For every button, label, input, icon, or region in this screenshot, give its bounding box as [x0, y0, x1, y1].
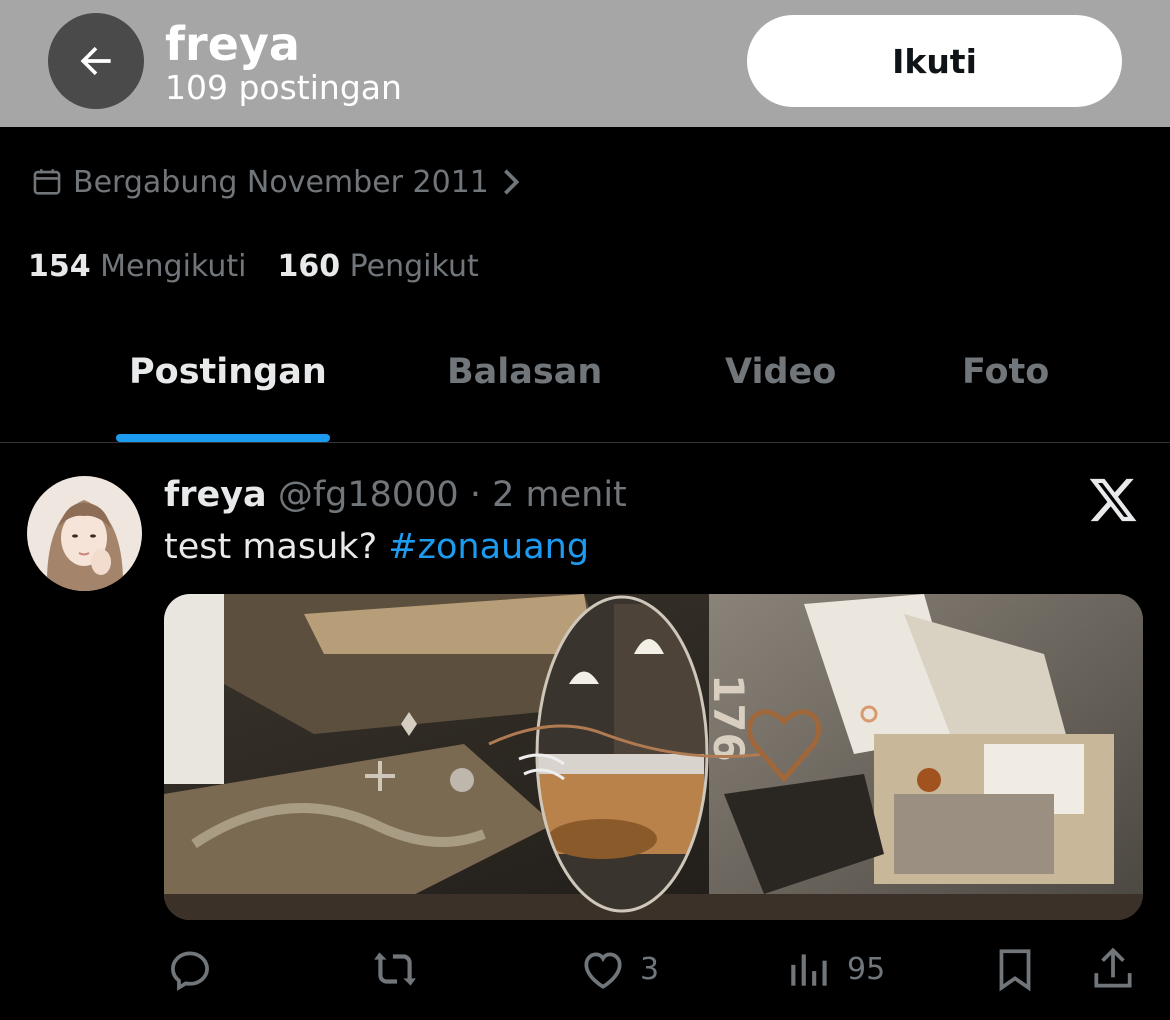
image-number-text: 176	[704, 674, 753, 762]
views-icon	[791, 954, 827, 986]
joined-text: Bergabung November 2011	[73, 164, 489, 200]
back-button[interactable]	[48, 13, 144, 109]
tab-balasan[interactable]: Balasan	[447, 352, 602, 392]
post-body: test masuk?	[164, 527, 378, 567]
share-button[interactable]	[1088, 944, 1138, 994]
repost-button[interactable]	[370, 944, 420, 994]
chevron-right-icon	[503, 169, 520, 195]
following-label: Mengikuti	[100, 249, 247, 284]
joined-date[interactable]: Bergabung November 2011	[30, 160, 521, 204]
tab-foto[interactable]: Foto	[962, 352, 1049, 392]
post-image[interactable]: 176	[164, 594, 1143, 920]
x-logo-icon[interactable]	[1086, 474, 1140, 526]
heart-icon	[584, 952, 622, 989]
like-count: 3	[640, 951, 660, 987]
post-author-handle[interactable]: @fg18000	[278, 475, 459, 515]
like-button[interactable]: 3	[578, 944, 659, 994]
repost-icon	[374, 952, 416, 986]
tab-video[interactable]: Video	[725, 352, 836, 392]
views-button[interactable]: 95	[785, 944, 885, 994]
active-tab-indicator	[116, 434, 330, 442]
post-timestamp[interactable]: 2 menit	[492, 475, 627, 515]
share-icon	[1094, 947, 1132, 988]
profile-tabs: Postingan Balasan Video Foto	[0, 330, 1170, 443]
post-text: test masuk? #zonauang	[164, 526, 589, 568]
followers-count: 160	[277, 249, 341, 284]
bookmark-icon	[999, 949, 1031, 992]
tab-postingan[interactable]: Postingan	[129, 352, 327, 392]
hashtag-link[interactable]: #zonauang	[388, 527, 589, 567]
post-separator: ·	[469, 475, 481, 515]
post-header: freya @fg18000 · 2 menit	[164, 474, 627, 516]
post-count: 109 postingan	[165, 68, 402, 107]
following-stat[interactable]: 154 Mengikuti	[28, 249, 246, 284]
following-count: 154	[28, 249, 91, 284]
views-count: 95	[847, 951, 886, 987]
reply-button[interactable]	[165, 944, 215, 994]
post-author-name[interactable]: freya	[164, 475, 267, 515]
follow-stats: 154 Mengikuti 160 Pengikut	[28, 249, 479, 284]
bookmark-button[interactable]	[990, 944, 1040, 994]
follow-button[interactable]: Ikuti	[747, 15, 1122, 107]
top-bar: freya 109 postingan Ikuti	[0, 0, 1170, 127]
calendar-icon	[33, 169, 61, 195]
avatar[interactable]	[27, 476, 142, 591]
back-arrow-icon	[80, 46, 111, 76]
post-actions: 3 95	[0, 938, 1170, 1000]
profile-name: freya	[165, 17, 300, 71]
reply-icon	[171, 951, 209, 991]
followers-label: Pengikut	[349, 249, 479, 284]
followers-stat[interactable]: 160 Pengikut	[277, 249, 478, 284]
